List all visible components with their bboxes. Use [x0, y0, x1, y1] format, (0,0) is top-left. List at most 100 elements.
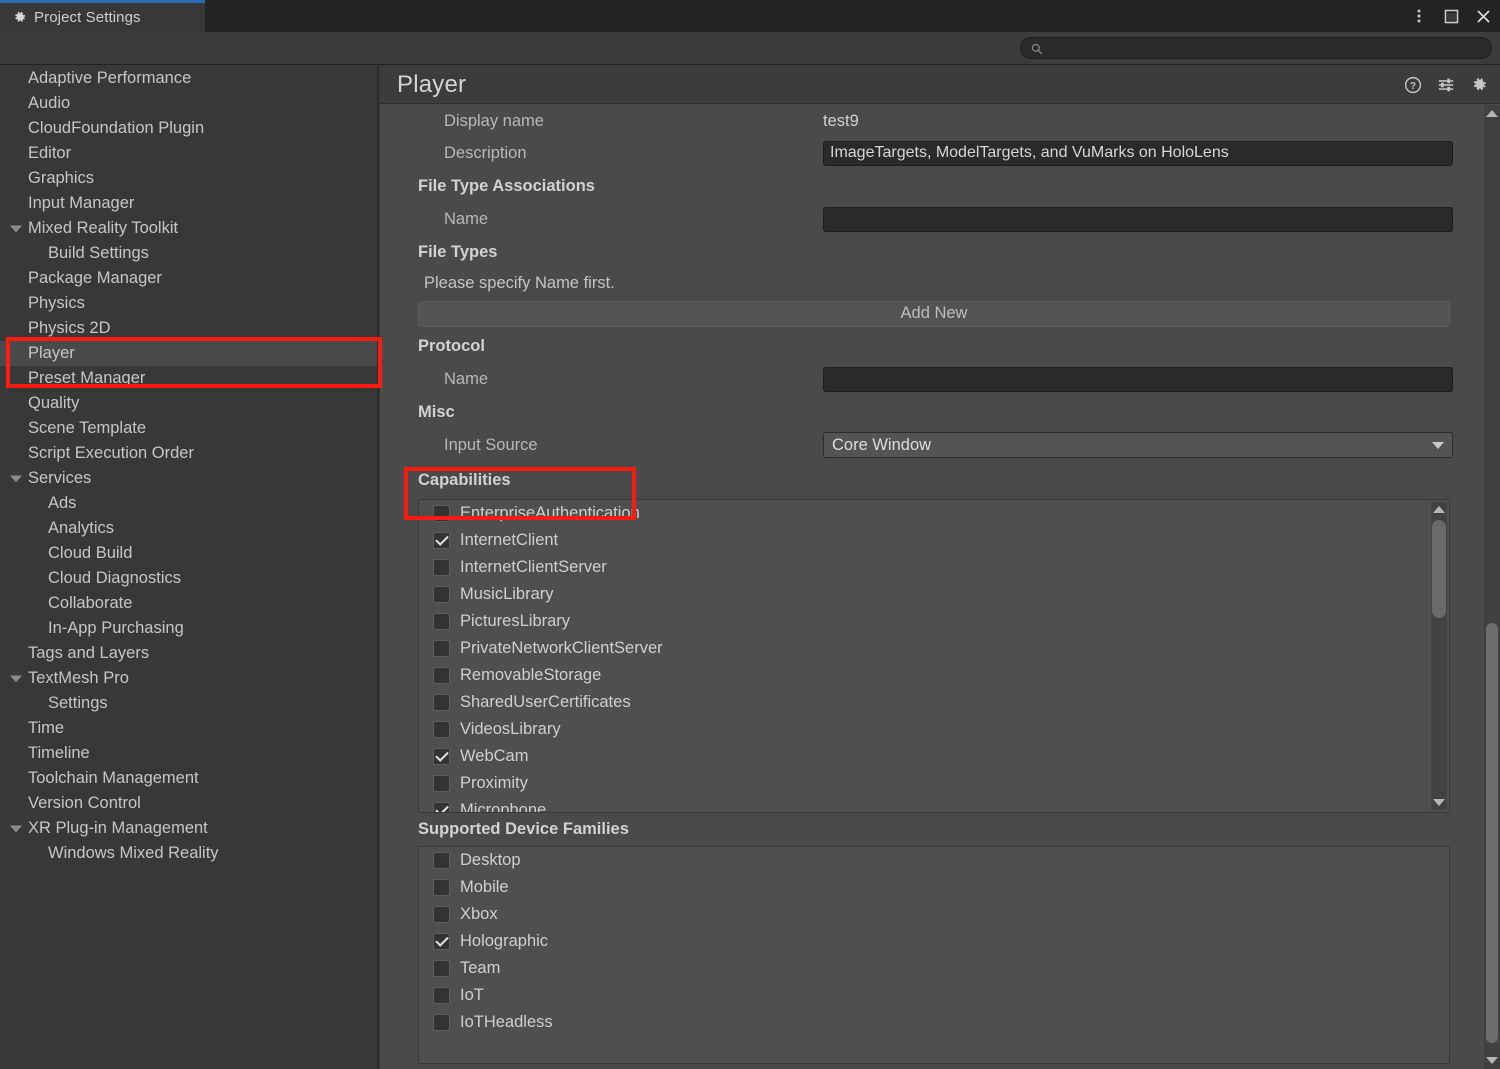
sidebar-item-cloud-diagnostics[interactable]: Cloud Diagnostics [0, 566, 378, 591]
sidebar-item-analytics[interactable]: Analytics [0, 516, 378, 541]
sidebar-item-ads[interactable]: Ads [0, 491, 378, 516]
sidebar-item-time[interactable]: Time [0, 716, 378, 741]
checkbox-unchecked-icon[interactable] [433, 505, 450, 522]
capability-row[interactable]: MusicLibrary [419, 581, 1449, 608]
device-family-row[interactable]: IoT [419, 982, 1449, 1009]
input-source-dropdown[interactable]: Core Window [823, 432, 1453, 458]
sidebar-item-input-manager[interactable]: Input Manager [0, 191, 378, 216]
sidebar-item-preset-manager[interactable]: Preset Manager [0, 366, 378, 391]
preset-icon[interactable] [1436, 76, 1455, 95]
checkbox-unchecked-icon[interactable] [433, 586, 450, 603]
sidebar-item-editor[interactable]: Editor [0, 141, 378, 166]
chevron-down-icon[interactable] [10, 675, 22, 682]
capability-row[interactable]: PicturesLibrary [419, 608, 1449, 635]
capabilities-list[interactable]: EnterpriseAuthentication InternetClient In… [418, 499, 1450, 813]
checkbox-unchecked-icon[interactable] [433, 613, 450, 630]
checkbox-checked-icon[interactable] [433, 748, 450, 765]
panel-scroll-down-icon[interactable] [1486, 1057, 1498, 1064]
add-new-button[interactable]: Add New [418, 300, 1450, 327]
sidebar-item-cloudfoundation-plugin[interactable]: CloudFoundation Plugin [0, 116, 378, 141]
checkbox-unchecked-icon[interactable] [433, 987, 450, 1004]
sidebar-item-quality[interactable]: Quality [0, 391, 378, 416]
sidebar-item-build-settings[interactable]: Build Settings [0, 241, 378, 266]
sidebar-item-settings[interactable]: Settings [0, 691, 378, 716]
search-box[interactable] [1020, 37, 1492, 59]
checkbox-unchecked-icon[interactable] [433, 667, 450, 684]
sidebar-item-adaptive-performance[interactable]: Adaptive Performance [0, 66, 378, 91]
more-options-icon[interactable] [1410, 7, 1428, 25]
checkbox-unchecked-icon[interactable] [433, 852, 450, 869]
scroll-down-icon[interactable] [1433, 799, 1445, 806]
capability-row[interactable]: RemovableStorage [419, 662, 1449, 689]
sidebar-item-textmesh-pro[interactable]: TextMesh Pro [0, 666, 378, 691]
tab-project-settings[interactable]: Project Settings [0, 0, 205, 32]
sidebar-item-timeline[interactable]: Timeline [0, 741, 378, 766]
capability-row[interactable]: InternetClient [419, 527, 1449, 554]
device-family-row[interactable]: Mobile [419, 874, 1449, 901]
settings-gear-icon[interactable] [1469, 76, 1488, 95]
checkbox-unchecked-icon[interactable] [433, 775, 450, 792]
sidebar-item-physics-2d[interactable]: Physics 2D [0, 316, 378, 341]
scrollbar-thumb[interactable] [1432, 520, 1446, 618]
capability-row[interactable]: InternetClientServer [419, 554, 1449, 581]
capability-row[interactable]: VideosLibrary [419, 716, 1449, 743]
sidebar-item-label: Scene Template [28, 419, 147, 437]
device-family-row[interactable]: Holographic [419, 928, 1449, 955]
checkbox-checked-icon[interactable] [433, 802, 450, 812]
protocol-name-input[interactable] [823, 366, 1453, 392]
chevron-down-icon[interactable] [10, 225, 22, 232]
capability-row[interactable]: SharedUserCertificates [419, 689, 1449, 716]
sidebar-item-audio[interactable]: Audio [0, 91, 378, 116]
close-icon[interactable] [1474, 7, 1492, 25]
sidebar-item-services[interactable]: Services [0, 466, 378, 491]
device-families-list[interactable]: Desktop Mobile Xbox Holographic Team IoT IoTHe… [418, 846, 1450, 1064]
search-input[interactable] [1043, 41, 1491, 55]
checkbox-checked-icon[interactable] [433, 532, 450, 549]
capability-row[interactable]: EnterpriseAuthentication [419, 500, 1449, 527]
scroll-up-icon[interactable] [1433, 506, 1445, 513]
capability-row[interactable]: PrivateNetworkClientServer [419, 635, 1449, 662]
sidebar-item-physics[interactable]: Physics [0, 291, 378, 316]
capability-row[interactable]: Microphone [419, 797, 1449, 812]
panel-scroll-up-icon[interactable] [1486, 110, 1498, 117]
checkbox-unchecked-icon[interactable] [433, 559, 450, 576]
checkbox-unchecked-icon[interactable] [433, 721, 450, 738]
capability-row[interactable]: Proximity [419, 770, 1449, 797]
capability-row[interactable]: WebCam [419, 743, 1449, 770]
sidebar-item-tags-and-layers[interactable]: Tags and Layers [0, 641, 378, 666]
fta-name-input[interactable] [823, 206, 1453, 232]
device-family-row[interactable]: Xbox [419, 901, 1449, 928]
sidebar-item-windows-mixed-reality[interactable]: Windows Mixed Reality [0, 841, 378, 866]
sidebar-item-toolchain-management[interactable]: Toolchain Management [0, 766, 378, 791]
chevron-down-icon[interactable] [10, 825, 22, 832]
device-family-row[interactable]: Team [419, 955, 1449, 982]
description-input[interactable]: ImageTargets, ModelTargets, and VuMarks … [823, 140, 1453, 166]
help-icon[interactable]: ? [1403, 76, 1422, 95]
sidebar-item-scene-template[interactable]: Scene Template [0, 416, 378, 441]
sidebar-item-version-control[interactable]: Version Control [0, 791, 378, 816]
checkbox-unchecked-icon[interactable] [433, 879, 450, 896]
sidebar-item-player[interactable]: Player [0, 341, 378, 366]
sidebar-item-package-manager[interactable]: Package Manager [0, 266, 378, 291]
capabilities-scrollbar[interactable] [1431, 502, 1447, 810]
checkbox-unchecked-icon[interactable] [433, 906, 450, 923]
panel-scrollbar-thumb[interactable] [1486, 623, 1498, 1043]
maximize-icon[interactable] [1442, 7, 1460, 25]
checkbox-checked-icon[interactable] [433, 933, 450, 950]
sidebar-item-xr-plug-in-management[interactable]: XR Plug-in Management [0, 816, 378, 841]
sidebar-item-in-app-purchasing[interactable]: In-App Purchasing [0, 616, 378, 641]
device-family-row[interactable]: IoTHeadless [419, 1009, 1449, 1036]
panel-scrollbar[interactable] [1484, 105, 1500, 1069]
chevron-down-icon[interactable] [10, 475, 22, 482]
checkbox-unchecked-icon[interactable] [433, 960, 450, 977]
sidebar-item-collaborate[interactable]: Collaborate [0, 591, 378, 616]
checkbox-unchecked-icon[interactable] [433, 640, 450, 657]
sidebar-item-cloud-build[interactable]: Cloud Build [0, 541, 378, 566]
sidebar-item-graphics[interactable]: Graphics [0, 166, 378, 191]
sidebar-item-script-execution-order[interactable]: Script Execution Order [0, 441, 378, 466]
settings-sidebar[interactable]: Adaptive Performance Audio CloudFoundation… [0, 66, 379, 1069]
device-family-row[interactable]: Desktop [419, 847, 1449, 874]
sidebar-item-mixed-reality-toolkit[interactable]: Mixed Reality Toolkit [0, 216, 378, 241]
checkbox-unchecked-icon[interactable] [433, 694, 450, 711]
checkbox-unchecked-icon[interactable] [433, 1014, 450, 1031]
